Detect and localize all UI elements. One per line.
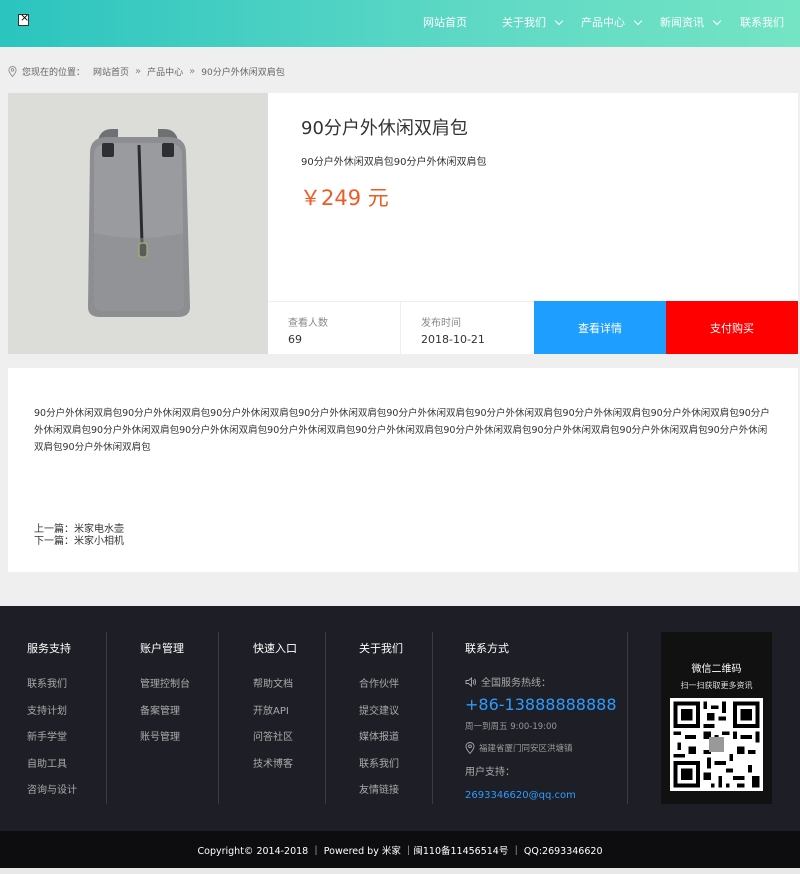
prev-article-link[interactable]: 上一篇：米家电水壶: [34, 524, 124, 536]
contact-title: 联系方式: [465, 642, 509, 655]
bottom-strip: [0, 868, 800, 874]
footer-link[interactable]: 媒体报道: [359, 728, 403, 755]
breadcrumb-prefix: 您现在的位置：: [22, 67, 86, 78]
footer-divider: [218, 632, 219, 804]
footer-link[interactable]: 问答社区: [253, 728, 297, 755]
support-email[interactable]: 2693346620@qq.com: [465, 790, 617, 801]
support-label: 用户支持：: [465, 767, 515, 778]
footer-col-quick: 快速入口 帮助文档 开放API 问答社区 技术博客: [253, 640, 297, 781]
footer-col-service: 服务支持 联系我们 支持计划 新手学堂 自助工具 咨询与设计: [27, 640, 77, 808]
footer-col-title: 关于我们: [359, 642, 403, 655]
nav-news-label: 新闻资讯: [660, 16, 704, 29]
views-value: 69: [288, 333, 302, 346]
date-stat: 发布时间 2018-10-21: [401, 301, 534, 354]
chevron-down-icon: [633, 16, 643, 26]
prev-next-links: 上一篇：米家电水壶 下一篇：米家小相机: [34, 524, 124, 548]
footer-contact: 联系方式 全国服务热线： +86-13888888888 周一到周五 9:00-…: [465, 640, 617, 801]
location-pin-icon: [8, 65, 17, 77]
product-card: 90分户外休闲双肩包 90分户外休闲双肩包90分户外休闲双肩包 ￥249 元 查…: [8, 93, 798, 354]
breadcrumb-current: 90分户外休闲双肩包: [201, 67, 285, 78]
breadcrumb-products[interactable]: 产品中心: [147, 65, 183, 78]
site-footer: 服务支持 联系我们 支持计划 新手学堂 自助工具 咨询与设计 账户管理 管理控制…: [0, 606, 800, 831]
views-label: 查看人数: [288, 318, 328, 329]
hotline-row: 全国服务热线：: [465, 674, 617, 689]
nav-contact[interactable]: 联系我们: [740, 14, 784, 30]
hotline-label: 全国服务热线：: [481, 678, 551, 689]
backpack-image: [8, 93, 268, 354]
footer-divider: [106, 632, 107, 804]
date-value: 2018-10-21: [421, 333, 485, 346]
footer-col-title: 服务支持: [27, 642, 71, 655]
footer-divider: [627, 632, 628, 804]
nav-home-label: 网站首页: [423, 16, 467, 29]
nav-about[interactable]: 关于我们: [502, 14, 564, 30]
description-text: 90分户外休闲双肩包90分户外休闲双肩包90分户外休闲双肩包90分户外休闲双肩包…: [34, 408, 770, 453]
product-image: [8, 93, 268, 354]
date-label: 发布时间: [421, 318, 461, 329]
copyright-text: Copyright© 2014-2018 ｜ Powered by 米家 ｜闽1…: [197, 845, 603, 857]
product-title: 90分户外休闲双肩包: [301, 118, 468, 139]
footer-link[interactable]: 账号管理: [140, 728, 190, 755]
footer-link[interactable]: 新手学堂: [27, 728, 77, 755]
copyright-bar: Copyright© 2014-2018 ｜ Powered by 米家 ｜闽1…: [0, 831, 800, 868]
hotline-number[interactable]: +86-13888888888: [465, 695, 617, 714]
footer-link[interactable]: 管理控制台: [140, 675, 190, 702]
product-price: ￥249 元: [300, 186, 389, 210]
chevron-down-icon: [554, 16, 564, 26]
views-stat: 查看人数 69: [268, 301, 401, 354]
nav-products-label: 产品中心: [581, 16, 625, 29]
chevron-down-icon: [712, 16, 722, 26]
footer-link[interactable]: 帮助文档: [253, 675, 297, 702]
location-pin-icon: [465, 742, 475, 754]
nav-about-label: 关于我们: [502, 16, 546, 29]
wechat-qr-code-image: [670, 698, 763, 791]
footer-divider: [432, 632, 433, 804]
footer-link[interactable]: 技术博客: [253, 755, 297, 782]
footer-link[interactable]: 友情链接: [359, 781, 403, 808]
view-details-button[interactable]: 查看详情: [534, 301, 666, 354]
site-header: 网站首页 关于我们 产品中心 新闻资讯 联系我们: [0, 0, 800, 47]
qr-subtitle: 扫一扫获取更多资讯: [680, 681, 753, 690]
footer-col-about: 关于我们 合作伙伴 提交建议 媒体报道 联系我们 友情链接: [359, 640, 403, 808]
footer-link[interactable]: 支持计划: [27, 702, 77, 729]
logo-broken-image-icon[interactable]: [18, 11, 29, 26]
footer-link[interactable]: 联系我们: [27, 675, 77, 702]
nav-home[interactable]: 网站首页: [423, 14, 467, 30]
footer-col-title: 账户管理: [140, 642, 184, 655]
breadcrumb-home[interactable]: 网站首页: [93, 65, 129, 78]
breadcrumb: 您现在的位置： 网站首页 » 产品中心 » 90分户外休闲双肩包: [8, 64, 285, 78]
double-chevron-right-icon: »: [135, 65, 142, 77]
address-row: 福建省厦门同安区洪塘镇: [465, 742, 617, 754]
footer-link[interactable]: 咨询与设计: [27, 781, 77, 808]
footer-link[interactable]: 备案管理: [140, 702, 190, 729]
next-article-link[interactable]: 下一篇：米家小相机: [34, 536, 124, 548]
address-text: 福建省厦门同安区洪塘镇: [479, 744, 573, 754]
product-description: 90分户外休闲双肩包90分户外休闲双肩包90分户外休闲双肩包90分户外休闲双肩包…: [8, 368, 798, 572]
nav-news[interactable]: 新闻资讯: [660, 14, 722, 30]
nav-products[interactable]: 产品中心: [581, 14, 643, 30]
nav-contact-label: 联系我们: [740, 16, 784, 29]
footer-col-title: 快速入口: [253, 642, 297, 655]
buy-button[interactable]: 支付购买: [666, 301, 798, 354]
service-hours: 周一到周五 9:00-19:00: [465, 722, 557, 732]
product-subtitle: 90分户外休闲双肩包90分户外休闲双肩包: [301, 157, 487, 168]
footer-link[interactable]: 联系我们: [359, 755, 403, 782]
footer-link[interactable]: 合作伙伴: [359, 675, 403, 702]
footer-divider: [325, 632, 326, 804]
double-chevron-right-icon: »: [189, 65, 196, 77]
speaker-icon: [465, 676, 477, 687]
footer-link[interactable]: 开放API: [253, 702, 297, 729]
qr-title: 微信二维码: [691, 664, 742, 675]
wechat-qr-box: 微信二维码 扫一扫获取更多资讯: [661, 632, 772, 804]
footer-link[interactable]: 提交建议: [359, 702, 403, 729]
footer-link[interactable]: 自助工具: [27, 755, 77, 782]
footer-col-account: 账户管理 管理控制台 备案管理 账号管理: [140, 640, 190, 755]
